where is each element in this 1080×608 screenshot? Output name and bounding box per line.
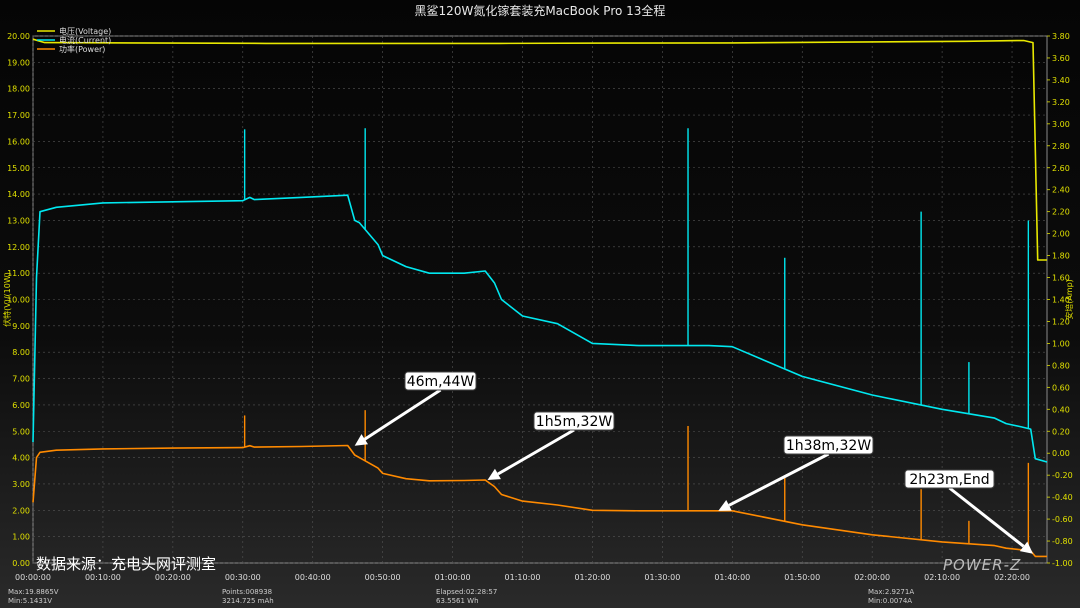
- y-tick-label-right: 2.20: [1052, 208, 1070, 217]
- chart-canvas: 0.00 1.00 2.00 3.00 4.00 5.00 6.00 7.00 8.00 9.00…: [2, 26, 1074, 582]
- y-tick-label-right: 2.60: [1052, 164, 1070, 173]
- x-tick-label: 00:20:00: [155, 573, 191, 582]
- y-tick-label-right: 0.20: [1052, 427, 1070, 436]
- x-tick-label: 01:20:00: [574, 573, 610, 582]
- x-tick-label: 01:40:00: [714, 573, 750, 582]
- x-tick-label: 02:00:00: [854, 573, 890, 582]
- x-tick-label: 02:20:00: [994, 573, 1030, 582]
- y-tick-label-left: 16.00: [7, 137, 30, 146]
- chart-window: 黑鲨120W氮化镓套装充MacBook Pro 13全程 0.00 1.00 2.0…: [0, 0, 1080, 608]
- y-tick-label-left: 2.00: [12, 506, 30, 515]
- stat-energy: 63.5561 Wh: [436, 597, 479, 605]
- y-tick-label-left: 1.00: [12, 533, 30, 542]
- y-tick-label-right: 3.40: [1052, 76, 1070, 85]
- y-tick-label-right: 1.80: [1052, 252, 1070, 261]
- stat-points: Points:008938 3214.725 mAh: [222, 588, 274, 606]
- stat-voltage: Max:19.8865V Min:5.1431V: [8, 588, 59, 606]
- x-tick-label: 02:10:00: [924, 573, 960, 582]
- y-tick-label-left: 15.00: [7, 164, 30, 173]
- y-tick-label-right: 0.00: [1052, 449, 1070, 458]
- x-tick-label: 00:40:00: [295, 573, 331, 582]
- x-tick-label: 01:10:00: [505, 573, 541, 582]
- x-tick-label: 01:30:00: [644, 573, 680, 582]
- annotation-label: 46m,44W: [407, 374, 475, 390]
- annotation-arrow-shaft: [728, 452, 830, 507]
- x-tick-label: 00:10:00: [85, 573, 121, 582]
- annotation-label: 1h5m,32W: [536, 414, 613, 430]
- y-tick-label-right: 2.80: [1052, 142, 1070, 151]
- y-tick-label-right: 3.00: [1052, 120, 1070, 129]
- y-tick-label-right: 3.80: [1052, 32, 1070, 41]
- stat-max-voltage: Max:19.8865V: [8, 588, 59, 596]
- annotation-arrow-shaft: [363, 388, 442, 441]
- x-tick-label: 01:50:00: [784, 573, 820, 582]
- y-tick-label-right: 0.80: [1052, 361, 1070, 370]
- legend-entry: 电压(Voltage): [59, 26, 111, 36]
- annotation-arrow-shaft: [497, 428, 575, 476]
- stat-elapsed-time: Elapsed:02:28:57: [436, 588, 498, 596]
- x-tick-label: 00:00:00: [15, 573, 51, 582]
- y-tick-label-right: -1.00: [1052, 559, 1073, 568]
- y-tick-label-left: 14.00: [7, 190, 30, 199]
- legend-entry: 电流(Current): [59, 35, 111, 45]
- x-tick-label: 00:50:00: [365, 573, 401, 582]
- y-tick-label-right: 2.40: [1052, 186, 1070, 195]
- y-tick-label-left: 4.00: [12, 454, 30, 463]
- y-tick-label-right: 0.40: [1052, 405, 1070, 414]
- legend-entry: 功率(Power): [59, 44, 105, 54]
- annotation-arrow-shaft: [948, 486, 1025, 548]
- y-tick-label-right: 3.60: [1052, 54, 1070, 63]
- stat-max-current: Max:2.9271A: [868, 588, 915, 596]
- x-tick-label: 00:30:00: [225, 573, 261, 582]
- y-tick-label-right: 2.00: [1052, 230, 1070, 239]
- brand-logo: POWER-Z: [943, 556, 1022, 574]
- y-tick-label-left: 8.00: [12, 348, 30, 357]
- stat-capacity: 3214.725 mAh: [222, 597, 274, 605]
- y-tick-label-left: 3.00: [12, 480, 30, 489]
- y-tick-label-right: -0.80: [1052, 537, 1073, 546]
- y-tick-label-left: 9.00: [12, 322, 30, 331]
- y-tick-label-left: 7.00: [12, 375, 30, 384]
- annotation-label: 2h23m,End: [909, 472, 989, 488]
- y-tick-label-right: -0.40: [1052, 493, 1073, 502]
- stat-point-count: Points:008938: [222, 588, 273, 596]
- y-tick-label-left: 6.00: [12, 401, 30, 410]
- series-line: [32, 444, 1047, 558]
- x-tick-label: 01:00:00: [435, 573, 471, 582]
- y-tick-label-right: -0.20: [1052, 471, 1073, 480]
- y-tick-label-right: -0.60: [1052, 515, 1073, 524]
- data-source-note: 数据来源：充电头网评测室: [36, 555, 217, 573]
- y-tick-label-left: 17.00: [7, 111, 30, 120]
- y-tick-label-left: 5.00: [12, 427, 30, 436]
- stat-min-current: Min:0.0074A: [868, 597, 913, 605]
- annotation-label: 1h38m,32W: [786, 438, 871, 454]
- y-tick-label-right: 0.60: [1052, 383, 1070, 392]
- y-tick-label-left: 18.00: [7, 85, 30, 94]
- y-tick-label-right: 3.20: [1052, 98, 1070, 107]
- y-axis-label-right: 安培(Amp): [1064, 279, 1074, 320]
- y-tick-label-left: 19.00: [7, 58, 30, 67]
- stat-elapsed: Elapsed:02:28:57 63.5561 Wh: [436, 588, 497, 606]
- y-tick-label-left: 0.00: [12, 559, 30, 568]
- stat-min-voltage: Min:5.1431V: [8, 597, 53, 605]
- y-axis-label-left: 伏特(V)/(10W): [2, 272, 12, 327]
- y-tick-label-left: 20.00: [7, 32, 30, 41]
- y-tick-label-left: 12.00: [7, 243, 30, 252]
- stat-current: Max:2.9271A Min:0.0074A: [868, 588, 914, 606]
- y-tick-label-right: 1.00: [1052, 339, 1070, 348]
- series-line: [32, 38, 1047, 261]
- y-tick-label-left: 13.00: [7, 216, 30, 225]
